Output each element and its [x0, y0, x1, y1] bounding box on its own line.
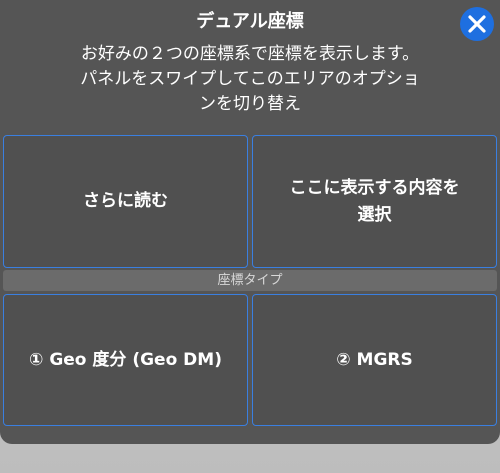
mgrs-option-button[interactable]: ② MGRS [252, 294, 497, 426]
mgrs-label: ② MGRS [336, 349, 413, 370]
close-button[interactable] [460, 7, 494, 41]
sheet-title: デュアル座標 [196, 11, 304, 32]
description-line-1: お好みの２つの座標系で座標を表示します。 [80, 44, 420, 64]
coordinate-type-section-label: 座標タイプ [3, 270, 497, 291]
select-display-label: ここに表示する内容を 選択 [290, 175, 460, 229]
select-display-line-2: 選択 [357, 204, 392, 225]
select-display-button[interactable]: ここに表示する内容を 選択 [252, 135, 497, 268]
sheet-description: お好みの２つの座標系で座標を表示します。 パネルをスワイプしてこのエリアのオプシ… [20, 42, 480, 117]
read-more-label: さらに読む [83, 191, 168, 211]
close-icon [468, 15, 486, 33]
read-more-button[interactable]: さらに読む [3, 135, 248, 268]
dual-coordinates-sheet: デュアル座標 お好みの２つの座標系で座標を表示します。 パネルをスワイプしてこの… [0, 0, 500, 444]
geo-dm-label: ① Geo 度分 (Geo DM) [29, 349, 222, 370]
geo-dm-option-button[interactable]: ① Geo 度分 (Geo DM) [3, 294, 248, 426]
description-line-3: ンを切り替え [199, 94, 301, 114]
description-line-2: パネルをスワイプしてこのエリアのオプショ [80, 69, 420, 89]
select-display-line-1: ここに表示する内容を [289, 177, 460, 198]
